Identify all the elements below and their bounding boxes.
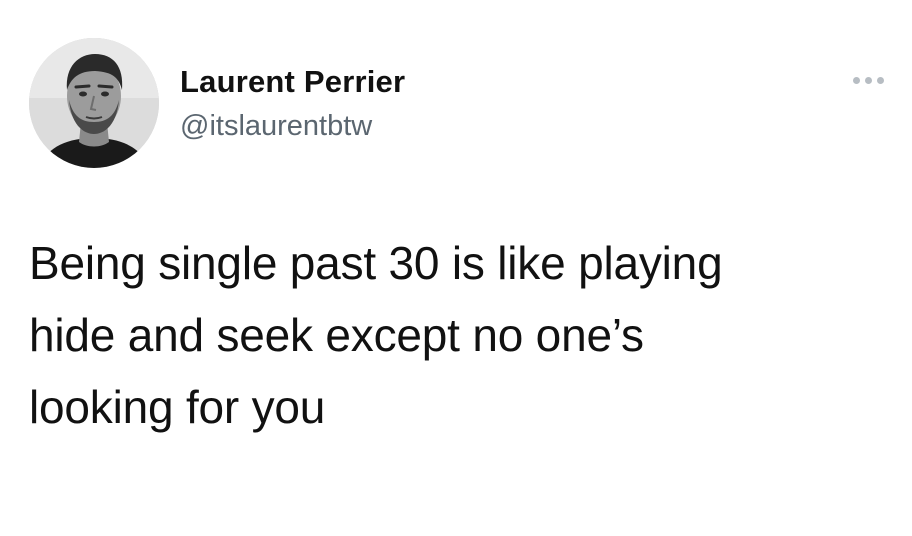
tweet-card: Laurent Perrier @itslaurentbtw Being sin… xyxy=(0,0,912,536)
avatar[interactable] xyxy=(29,38,159,168)
more-dot xyxy=(852,76,860,84)
tweet-text-line: hide and seek except no one’s xyxy=(29,309,644,361)
display-name[interactable]: Laurent Perrier xyxy=(180,64,405,100)
more-horizontal-icon xyxy=(852,76,884,84)
tweet-text-line: Being single past 30 is like playing xyxy=(29,237,723,289)
user-handle[interactable]: @itslaurentbtw xyxy=(180,110,372,143)
tweet-text: Being single past 30 is like playing hid… xyxy=(29,227,889,443)
avatar-photo-icon xyxy=(29,38,159,168)
more-dot xyxy=(864,76,872,84)
more-dot xyxy=(876,76,884,84)
tweet-text-line: looking for you xyxy=(29,381,326,433)
more-options-button[interactable] xyxy=(848,68,888,92)
